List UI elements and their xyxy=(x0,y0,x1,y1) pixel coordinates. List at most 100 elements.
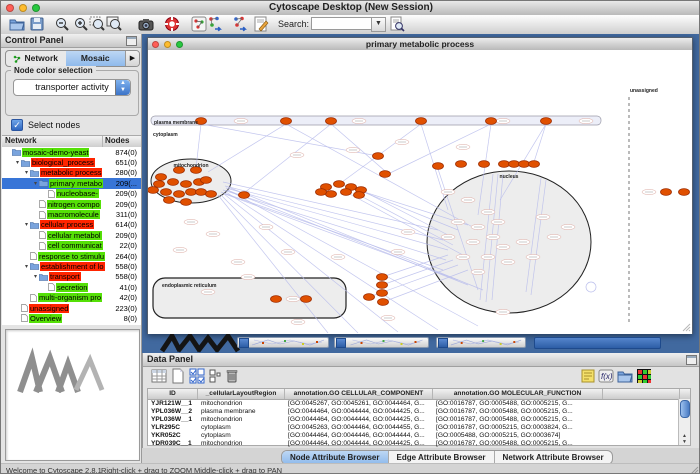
edge xyxy=(223,190,446,260)
self-loop-edge xyxy=(586,282,596,292)
tree-row[interactable]: Overview8(0) xyxy=(2,313,141,323)
tree-row[interactable]: nucleobase-209(0) xyxy=(2,189,141,199)
cytoscape-window: Cytoscape Desktop (New Session) Search: … xyxy=(0,0,700,474)
scrollbar-arrows[interactable]: ▲▼ xyxy=(679,433,690,445)
gene-node xyxy=(164,197,175,204)
tree-row[interactable]: ▾cellular process614(0) xyxy=(2,220,141,230)
birds-eye-view[interactable] xyxy=(5,329,140,461)
table-row[interactable]: YLR295Ccytoplasm[GO:0045263, GO:0044464,… xyxy=(148,424,690,432)
search-dropdown-arrow[interactable]: ▼ xyxy=(371,17,386,32)
gene-node xyxy=(174,191,185,198)
app-resize-grip[interactable] xyxy=(690,466,699,474)
birds-eye-network-silhouette xyxy=(6,330,137,458)
scrollbar-thumb[interactable] xyxy=(680,400,690,418)
gene-node xyxy=(161,189,172,196)
more-tabs-arrow[interactable]: ▶ xyxy=(125,51,139,66)
network-graph: plasma membranecytoplasmmitochondrionnuc… xyxy=(148,50,692,334)
tree-row[interactable]: ▾metabolic process280(0) xyxy=(2,168,141,178)
notes-icon[interactable] xyxy=(580,368,597,385)
snapshot-icon[interactable] xyxy=(138,16,155,33)
delete-attribute-icon[interactable] xyxy=(224,368,241,385)
region-label-unassigned: unassigned xyxy=(630,88,658,94)
table-row[interactable]: YPL036W__2plasma membrane[GO:0044464, GO… xyxy=(148,408,690,416)
gene-node xyxy=(509,161,520,168)
tree-row[interactable]: mosaic-demo-yeast874(0) xyxy=(2,147,141,157)
tree-row[interactable]: macromolecule311(0) xyxy=(2,209,141,219)
search-go-icon[interactable] xyxy=(389,16,406,33)
function-builder-icon[interactable]: f(x) xyxy=(598,368,615,385)
table-row[interactable]: YDR039C__1mitochondrion[GO:0044464, GO:0… xyxy=(148,440,690,448)
tab-mosaic[interactable]: Mosaic xyxy=(66,51,126,66)
table-icon[interactable] xyxy=(151,368,168,385)
tree-row[interactable]: response to stimulu264(0) xyxy=(2,251,141,261)
region-label-plasma_membrane: plasma membrane xyxy=(154,120,198,126)
zoom-in-icon[interactable] xyxy=(73,16,90,33)
tree-row[interactable]: cellular metabol209(0) xyxy=(2,230,141,240)
tree-row[interactable]: unassigned223(0) xyxy=(2,303,141,313)
window-resize-grip[interactable] xyxy=(682,323,691,332)
network-window-title: primary metabolic process xyxy=(148,38,692,50)
plasma-membrane-region xyxy=(151,116,601,125)
minimize-button[interactable] xyxy=(19,4,27,12)
control-panel-title: Control Panel xyxy=(1,34,141,47)
save-icon[interactable] xyxy=(29,16,46,33)
network-view-window[interactable]: primary metabolic process plasma membran… xyxy=(147,37,693,334)
attribute-table[interactable]: ID_cellularLayoutRegionannotation.GO CEL… xyxy=(147,388,691,446)
table-row[interactable]: YJR121W__1mitochondrion[GO:0045267, GO:0… xyxy=(148,400,690,408)
table-row[interactable]: YKR052Ccytoplasm[GO:0044464, GO:0044446,… xyxy=(148,432,690,440)
select-nodes-checkbox[interactable]: ✓ xyxy=(11,119,23,131)
tree-row[interactable]: multi-organism pro42(0) xyxy=(2,292,141,302)
import-attributes-icon[interactable] xyxy=(617,368,634,385)
tree-row[interactable]: ▾biological_process651(0) xyxy=(2,157,141,167)
gene-node xyxy=(499,161,510,168)
gene-node xyxy=(373,153,384,160)
tree-row[interactable]: ▾primary metabo209(... xyxy=(2,178,141,188)
minimized-window[interactable] xyxy=(237,337,329,348)
inner-minimize-button[interactable] xyxy=(164,41,171,48)
minimized-window[interactable] xyxy=(334,337,429,348)
gene-node xyxy=(378,299,389,306)
tab-network[interactable]: Network xyxy=(6,51,66,66)
tree-row[interactable]: secretion41(0) xyxy=(2,282,141,292)
help-icon[interactable] xyxy=(164,16,181,33)
float-data-panel-icon[interactable] xyxy=(686,355,697,365)
tree-row[interactable]: ▾establishment of lo558(0) xyxy=(2,261,141,271)
unselect-attributes-icon[interactable] xyxy=(207,368,224,385)
network-tab-icon xyxy=(13,55,21,63)
zoom-selected-icon[interactable] xyxy=(89,16,106,33)
minimized-window-bar[interactable] xyxy=(534,337,661,349)
open-icon[interactable] xyxy=(9,16,26,33)
gene-node xyxy=(341,189,352,196)
gene-node xyxy=(529,161,540,168)
network-overview-icon[interactable] xyxy=(191,16,208,33)
network-canvas[interactable]: plasma membranecytoplasmmitochondrionnuc… xyxy=(148,50,692,334)
tree-row[interactable]: nitrogen compo209(0) xyxy=(2,199,141,209)
tree-row[interactable]: cell communicat22(0) xyxy=(2,241,141,251)
new-document-icon[interactable] xyxy=(170,368,187,385)
zoom-button[interactable] xyxy=(32,4,40,12)
gene-node xyxy=(156,174,167,181)
zoom-fit-icon[interactable] xyxy=(106,16,123,33)
gene-node xyxy=(181,181,192,188)
inner-zoom-button[interactable] xyxy=(176,41,183,48)
window-title: Cytoscape Desktop (New Session) xyxy=(1,1,700,15)
annotation-icon[interactable] xyxy=(253,16,270,33)
apply-vizmapper-icon[interactable] xyxy=(233,16,250,33)
table-row[interactable]: YPL036W__1mitochondrion[GO:0044464, GO:0… xyxy=(148,416,690,424)
edge xyxy=(208,124,286,172)
search-input[interactable] xyxy=(311,17,372,30)
node-color-dropdown[interactable]: transporter activity ▲▼ xyxy=(13,79,131,96)
tree-row[interactable]: ▾transport558(0) xyxy=(2,272,141,282)
apply-layout-icon[interactable] xyxy=(208,16,225,33)
attribute-matrix-icon[interactable] xyxy=(636,368,653,385)
select-attributes-icon[interactable] xyxy=(189,368,206,385)
gene-node xyxy=(377,282,388,289)
table-scrollbar[interactable]: ▲▼ xyxy=(678,399,690,445)
gene-node xyxy=(271,296,282,303)
minimized-window[interactable] xyxy=(436,337,526,348)
zoom-out-icon[interactable] xyxy=(54,16,71,33)
gene-node xyxy=(519,161,530,168)
inner-close-button[interactable] xyxy=(152,41,159,48)
float-panel-icon[interactable] xyxy=(126,36,137,46)
close-button[interactable] xyxy=(6,4,14,12)
